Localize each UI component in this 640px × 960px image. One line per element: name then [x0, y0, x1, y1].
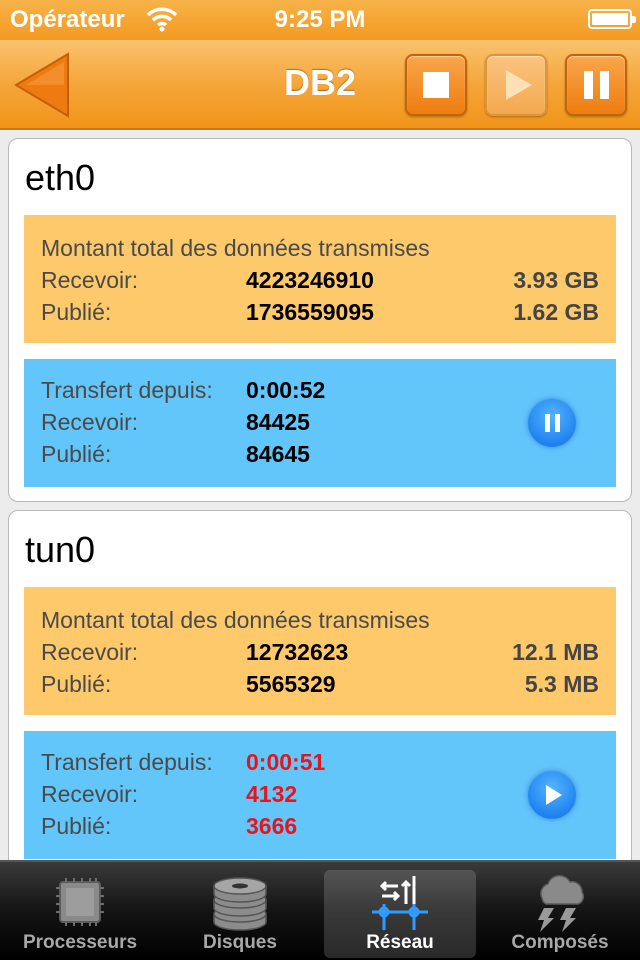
- play-icon: [506, 70, 532, 100]
- receive-size: 12.1 MB: [512, 639, 599, 665]
- totals-heading: Montant total des données transmises: [41, 235, 430, 261]
- pause-button[interactable]: [565, 54, 627, 116]
- sent-label: Publié:: [41, 813, 112, 839]
- tab-label: Composés: [511, 932, 609, 953]
- tab-label: Disques: [203, 932, 277, 953]
- pause-icon: [544, 414, 560, 432]
- page-title: DB2: [283, 62, 357, 103]
- pause-transfer-button[interactable]: [528, 399, 576, 447]
- interface-name: eth0: [25, 157, 96, 198]
- receive-value: 4132: [246, 781, 298, 807]
- back-button[interactable]: [12, 52, 72, 118]
- sent-value: 3666: [246, 813, 298, 839]
- interface-list[interactable]: eth0 Montant total des données transmise…: [0, 132, 640, 860]
- disk-stack-icon: [213, 877, 267, 931]
- sent-bytes: 1736559095: [246, 299, 374, 325]
- sent-label: Publié:: [41, 671, 112, 697]
- sent-size: 1.62 GB: [513, 299, 599, 325]
- transfer-panel: Transfert depuis: 0:00:52 Recevoir: 8442…: [24, 359, 616, 487]
- status-bar: Opérateur 9:25 PM: [0, 0, 640, 40]
- play-icon: [546, 785, 562, 805]
- play-button[interactable]: [485, 54, 547, 116]
- transfer-since-value: 0:00:51: [246, 749, 326, 775]
- totals-panel: Montant total des données transmises Rec…: [24, 587, 616, 715]
- receive-size: 3.93 GB: [513, 267, 599, 293]
- resume-transfer-button[interactable]: [528, 771, 576, 819]
- receive-bytes: 12732623: [246, 639, 349, 665]
- sent-bytes: 5565329: [246, 671, 336, 697]
- tab-reseau[interactable]: Réseau: [324, 870, 476, 958]
- transfer-panel: Transfert depuis: 0:00:51 Recevoir: 4132…: [24, 731, 616, 859]
- tab-label: Processeurs: [22, 932, 138, 953]
- tab-bar: Processeurs Disques Réseau Composés: [0, 860, 640, 960]
- sent-label: Publié:: [41, 441, 112, 467]
- receive-label: Recevoir:: [41, 267, 139, 293]
- sent-size: 5.3 MB: [524, 671, 599, 697]
- pause-icon: [583, 71, 609, 99]
- interface-card: tun0 Montant total des données transmise…: [8, 510, 632, 860]
- battery-icon: [588, 9, 636, 29]
- receive-label: Recevoir:: [41, 781, 139, 807]
- transfer-since-label: Transfert depuis:: [41, 749, 213, 775]
- tab-processeurs[interactable]: Processeurs: [4, 870, 156, 958]
- tab-disques[interactable]: Disques: [164, 870, 316, 958]
- interface-name: tun0: [25, 529, 96, 570]
- sent-value: 84645: [246, 441, 310, 467]
- tab-label: Réseau: [366, 932, 434, 953]
- storm-cloud-icon: [538, 874, 585, 932]
- receive-value: 84425: [246, 409, 310, 435]
- interface-card: eth0 Montant total des données transmise…: [8, 138, 632, 502]
- navigation-bar: DB2: [0, 40, 640, 130]
- sent-label: Publié:: [41, 299, 112, 325]
- stop-icon: [423, 72, 449, 98]
- back-arrow-icon: [14, 52, 69, 118]
- status-time: 9:25 PM: [274, 6, 366, 33]
- totals-heading: Montant total des données transmises: [41, 607, 430, 633]
- totals-panel: Montant total des données transmises Rec…: [24, 215, 616, 343]
- transfer-since-label: Transfert depuis:: [41, 377, 213, 403]
- stop-button[interactable]: [405, 54, 467, 116]
- transfer-since-value: 0:00:52: [246, 377, 326, 403]
- network-icon: [372, 876, 428, 930]
- receive-label: Recevoir:: [41, 639, 139, 665]
- receive-label: Recevoir:: [41, 409, 139, 435]
- tab-composes[interactable]: Composés: [484, 870, 636, 958]
- receive-bytes: 4223246910: [246, 267, 374, 293]
- cpu-chip-icon: [56, 878, 104, 926]
